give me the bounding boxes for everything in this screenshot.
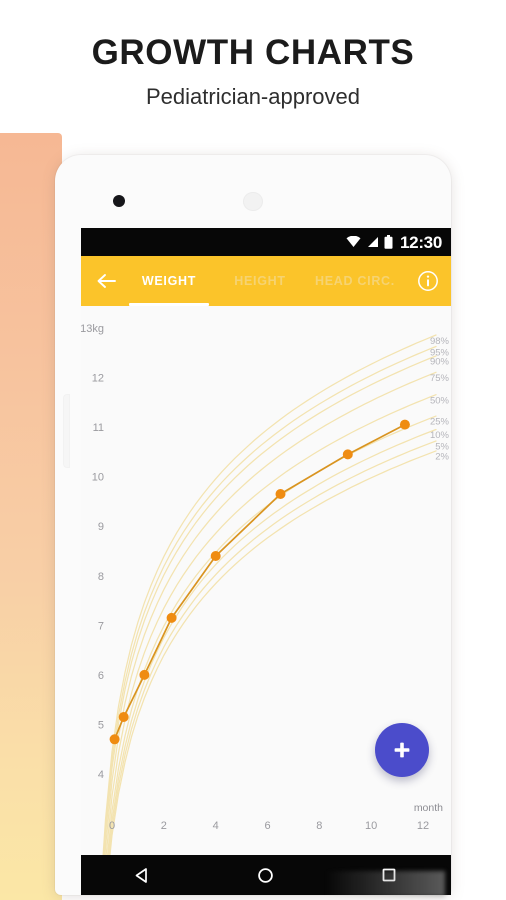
page-subtitle: Pediatrician-approved	[145, 84, 361, 109]
growth-chart[interactable]: 98% 95% 90% 75% 50% 25% 10% 5% 2% 13kg 12 11 10 9 8 7 6…	[81, 306, 451, 855]
tab-bar: WEIGHT HEIGHT HEAD CIRC.	[121, 256, 415, 306]
svg-text:11: 11	[93, 422, 104, 434]
svg-text:12: 12	[92, 373, 104, 385]
status-bar: 12:30	[81, 228, 451, 256]
volume-button[interactable]	[64, 395, 69, 467]
page-title: GROWTH CHARTS	[91, 33, 415, 72]
nav-back-icon[interactable]	[113, 867, 173, 884]
svg-text:10: 10	[92, 472, 104, 484]
svg-text:2%: 2%	[435, 451, 449, 462]
svg-text:13kg: 13kg	[81, 323, 104, 335]
tab-weight[interactable]: WEIGHT	[121, 256, 217, 306]
front-camera-icon	[113, 195, 125, 207]
add-measurement-fab[interactable]	[375, 723, 429, 777]
android-nav-bar	[81, 855, 451, 897]
svg-text:98%: 98%	[430, 336, 450, 347]
percentile-curves	[102, 334, 437, 855]
svg-text:6: 6	[264, 820, 270, 832]
svg-text:25%: 25%	[430, 417, 450, 428]
svg-text:2: 2	[161, 820, 167, 832]
y-axis-labels: 13kg 12 11 10 9 8 7 6 5 4	[81, 323, 104, 781]
back-arrow-icon[interactable]	[91, 273, 121, 289]
svg-text:75%: 75%	[430, 373, 450, 384]
percentile-labels: 98%95%90%75%50%25%10%5%2%	[430, 336, 450, 462]
svg-text:7: 7	[98, 620, 104, 632]
svg-text:5: 5	[98, 719, 104, 731]
tab-height[interactable]: HEIGHT	[217, 256, 303, 306]
background-gradient-panel	[0, 133, 62, 900]
svg-text:9: 9	[98, 521, 104, 533]
status-time: 12:30	[400, 232, 442, 252]
phone-screen: 12:30 WEIGHT HEIGHT HEAD CIRC. 98% 95% 9…	[81, 228, 451, 855]
earpiece-speaker-icon	[243, 192, 263, 211]
x-axis-title: month	[414, 802, 443, 814]
phone-mockup: 12:30 WEIGHT HEIGHT HEAD CIRC. 98% 95% 9…	[55, 155, 451, 897]
plus-icon	[394, 742, 410, 758]
promo-header: GROWTH CHARTS Pediatrician-approved	[0, 0, 506, 108]
svg-text:12: 12	[417, 820, 429, 832]
phone-top-bezel	[68, 155, 438, 228]
x-axis-labels: 0 2 4 6 8 10 12	[109, 820, 429, 832]
tab-height-label: HEIGHT	[234, 274, 286, 288]
phone-body: 12:30 WEIGHT HEIGHT HEAD CIRC. 98% 95% 9…	[64, 155, 451, 897]
svg-text:6: 6	[98, 670, 104, 682]
svg-text:50%: 50%	[430, 395, 450, 406]
svg-text:8: 8	[98, 571, 104, 583]
tab-weight-label: WEIGHT	[141, 274, 197, 288]
svg-text:0: 0	[109, 820, 115, 832]
svg-text:8: 8	[316, 820, 322, 832]
tab-head-circ-label: HEAD CIRC.	[315, 274, 395, 288]
image-watermark	[325, 871, 445, 897]
svg-text:90%: 90%	[430, 357, 450, 368]
weight-data-points[interactable]	[109, 419, 410, 745]
battery-icon	[384, 235, 393, 249]
svg-text:4: 4	[98, 769, 104, 781]
svg-text:4: 4	[213, 820, 219, 832]
nav-home-icon[interactable]	[236, 867, 296, 884]
tab-head-circumference[interactable]: HEAD CIRC.	[303, 256, 407, 306]
wifi-icon	[346, 236, 361, 248]
svg-text:10%: 10%	[430, 430, 450, 441]
svg-text:10: 10	[365, 820, 377, 832]
signal-icon	[366, 236, 379, 248]
app-bar: WEIGHT HEIGHT HEAD CIRC.	[81, 256, 451, 306]
info-icon[interactable]	[415, 270, 441, 292]
